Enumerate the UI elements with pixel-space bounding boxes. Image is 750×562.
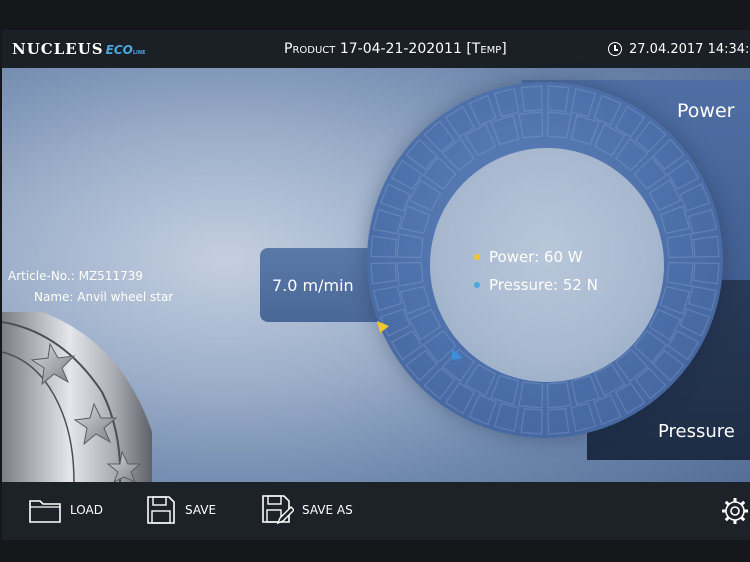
pressure-reading-text: Pressure: 52 N [489,276,598,294]
dial-segment [370,262,398,285]
dial-segment [399,205,431,235]
dial-segment [687,285,718,312]
dial-segment [593,94,622,126]
top-bar: NUCLEUS ECOLINE Product 17-04-21-202011 [… [2,30,750,68]
dial-segment [490,114,520,146]
dial-segment [372,208,403,235]
dial-segment [520,407,543,435]
dial-segment [493,402,520,433]
power-reading: Power: 60 W [474,248,583,266]
dial-segment [547,407,570,435]
dial-segment [372,285,403,312]
dial-segment [468,94,497,126]
logo-line: LINE [132,50,146,56]
dial-segment [666,233,694,259]
dial-segment [687,208,718,235]
dial-segment [679,308,711,337]
dial-segment [396,233,424,259]
folder-icon [29,500,61,523]
dial-segment [546,381,572,409]
dial-segment [648,179,682,212]
device-frame: NUCLEUS ECOLINE Product 17-04-21-202011 [… [0,0,750,562]
dial-segment [370,235,398,258]
product-title: Product 17-04-21-202011 [Temp] [284,41,507,57]
power-reading-text: Power: 60 W [489,248,583,266]
save-button[interactable]: SAVE [145,490,216,530]
dial-segment [518,111,544,139]
logo-main: NUCLEUS [12,40,104,58]
dial-segment [570,114,600,146]
dial-segment [379,183,411,212]
dial-segment [408,308,442,341]
hmi-screen: NUCLEUS ECOLINE Product 17-04-21-202011 [… [2,30,750,540]
logo-eco: ECO [105,43,133,57]
article-name: Name: Anvil wheel star [34,290,174,304]
pressure-indicator-dot [474,282,480,288]
dial-segment [679,183,711,212]
article-info: Article-No.: MZ511739 Name: Anvil wheel … [8,266,173,308]
dial-segment [692,235,720,258]
datetime-text: 27.04.2017 14:34:0 [629,41,750,57]
dial-segment [659,205,691,235]
dial-segment [648,308,682,341]
dial-segment [692,262,720,285]
dial-segment [570,402,597,433]
dial-segment [546,111,572,139]
article-number: Article-No.: MZ511739 [8,269,143,283]
floppy-disk-edit-icon [262,495,294,525]
clock-icon [608,42,622,56]
nucleus-eco-logo: NUCLEUS ECOLINE [12,40,146,58]
floppy-disk-icon [147,496,175,524]
dial-segment [396,261,424,287]
power-marker[interactable] [376,320,390,334]
dial-segment [518,381,544,409]
save-as-label: SAVE AS [302,503,353,517]
dial-segment [520,85,543,113]
load-button[interactable]: LOAD [28,490,103,530]
dial-segment [464,363,497,397]
power-label[interactable]: Power [677,100,734,122]
dial-segment [593,394,622,426]
dial-segment [490,374,520,406]
pressure-label[interactable]: Pressure [658,421,735,442]
dial-segment [399,285,431,315]
dial-segment [593,123,626,157]
dial-segment [464,123,497,157]
pressure-reading: Pressure: 52 N [474,276,598,294]
dial-segment [570,87,597,118]
save-label: SAVE [185,503,217,517]
dial-segment [570,374,600,406]
save-as-button[interactable]: SAVE AS [260,490,353,530]
dial-segment [468,394,497,426]
load-label: LOAD [70,503,103,517]
gear-icon[interactable] [720,496,750,526]
dial-segment [659,285,691,315]
dial-segment [493,87,520,118]
datetime-display: 27.04.2017 14:34:0 [608,39,750,59]
power-indicator-dot [474,254,480,260]
pressure-marker[interactable] [450,348,464,362]
dial-segment [666,261,694,287]
dial-segment [408,179,442,212]
bottom-toolbar: LOAD SAVE SAVE AS [2,482,750,540]
anvil-wheel-image [2,312,152,482]
dial-segment [547,85,570,113]
speed-value: 7.0 m/min [272,276,354,295]
